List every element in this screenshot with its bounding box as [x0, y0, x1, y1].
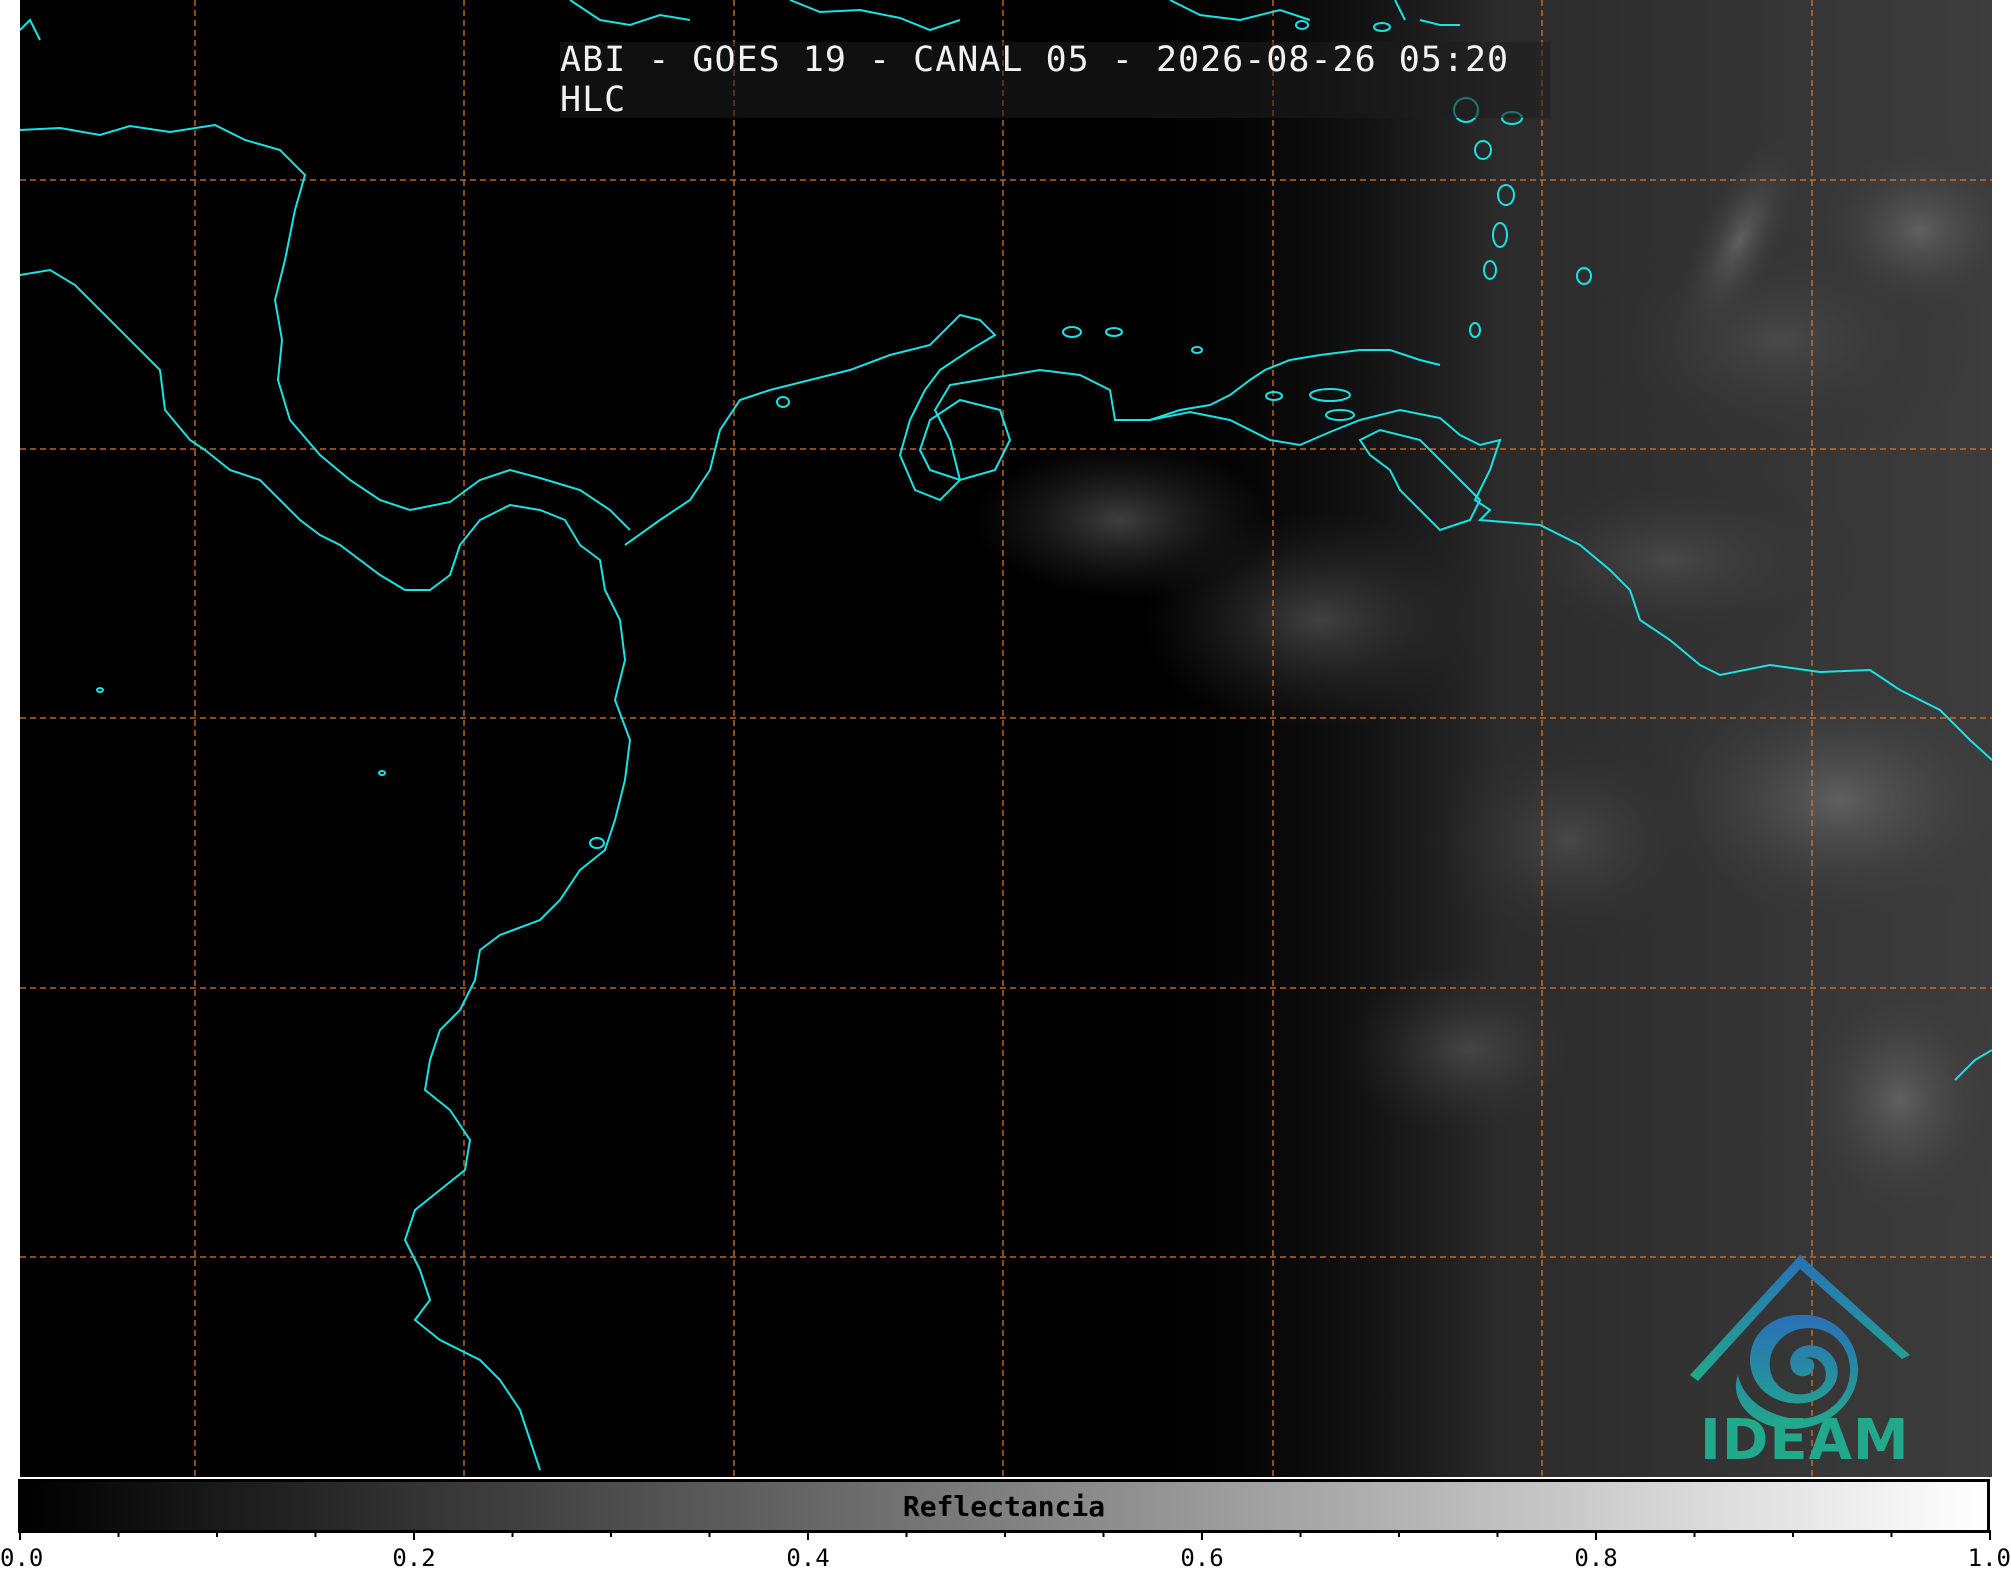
- map-title: ABI - GOES 19 - CANAL 05 - 2026-08-26 05…: [560, 40, 1550, 120]
- colorbar-tick-label: 0.0: [0, 1544, 43, 1572]
- colorbar-tick-label: 0.8: [1574, 1544, 1617, 1572]
- colorbar-tick-label: 0.2: [392, 1544, 435, 1572]
- colorbar: Reflectancia: [18, 1479, 1990, 1533]
- colorbar-tick-label: 1.0: [1968, 1544, 2011, 1572]
- colorbar-label: Reflectancia: [902, 1489, 1106, 1523]
- logo-text: IDEAM: [1700, 1408, 1910, 1473]
- colorbar-axis: 0.0 0.2 0.4 0.6 0.8 1.0: [0, 1530, 2011, 1572]
- colorbar-tick-label: 0.6: [1180, 1544, 1223, 1572]
- satellite-map: ABI - GOES 19 - CANAL 05 - 2026-08-26 05…: [20, 0, 1992, 1477]
- colorbar-tick-label: 0.4: [786, 1544, 829, 1572]
